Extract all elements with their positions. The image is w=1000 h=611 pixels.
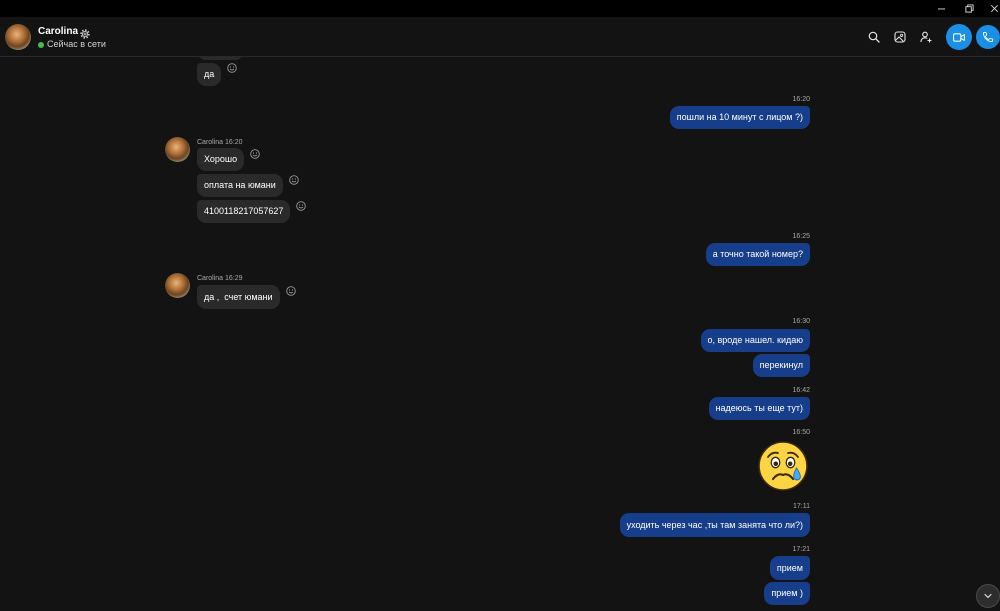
add-person-icon [920, 31, 932, 43]
message-timestamp: 16:42 [792, 387, 810, 394]
incoming-message-row: оплата на юмани [197, 174, 299, 197]
incoming-message-row: да , счет юмани [197, 285, 296, 309]
chevron-down-icon [984, 593, 992, 599]
message-timestamp: 16:25 [792, 233, 810, 240]
incoming-message-row: да [197, 63, 238, 86]
gallery-icon [894, 31, 906, 43]
close-button[interactable] [988, 3, 1000, 14]
sender-avatar[interactable] [165, 273, 190, 298]
message-timestamp: 16:20 [225, 139, 243, 146]
online-status-dot [38, 41, 44, 48]
contact-avatar[interactable] [5, 24, 31, 50]
outgoing-message[interactable]: прием ) [764, 582, 810, 605]
smiley-reaction-icon[interactable] [227, 63, 238, 73]
outgoing-message[interactable]: пошли на 10 минут с лицом ?) [669, 106, 810, 129]
video-camera-icon [953, 32, 965, 42]
restore-icon [964, 4, 974, 13]
phone-icon [983, 32, 993, 42]
message-list: да 16:20 пошли на 10 минут с лицом ?) Ca… [0, 57, 1000, 611]
smiley-reaction-icon[interactable] [285, 286, 296, 296]
message-timestamp: 17:11 [793, 503, 810, 510]
audio-call-button[interactable] [976, 25, 1000, 49]
message-timestamp: 16:30 [792, 318, 810, 325]
scroll-to-bottom-button[interactable] [976, 584, 1000, 608]
outgoing-message[interactable]: надеюсь ты еще тут) [708, 397, 810, 420]
incoming-message-row: 4100118217057627 [197, 200, 307, 223]
incoming-message[interactable]: 4100118217057627 [197, 200, 291, 223]
incoming-message-row: Хорошо [197, 148, 260, 171]
search-icon [868, 31, 880, 43]
status-text: Сейчас в сети [47, 39, 106, 49]
minimize-button[interactable] [935, 3, 947, 14]
sad-face-with-tear-emoji [758, 441, 808, 491]
chat-window: Carolina Сейчас в сети да 16:20 пошли на… [0, 0, 1000, 611]
incoming-message[interactable]: да , счет юмани [197, 285, 280, 309]
incoming-message[interactable]: Хорошо [197, 148, 245, 171]
video-call-button[interactable] [946, 24, 972, 50]
presence-status: Сейчас в сети [38, 39, 106, 50]
incoming-message[interactable]: оплата на юмани [197, 174, 283, 197]
gallery-button[interactable] [894, 31, 906, 43]
smiley-reaction-icon[interactable] [296, 201, 307, 211]
minimize-icon [937, 8, 945, 10]
chat-header: Carolina Сейчас в сети [0, 17, 1000, 57]
sender-name: Carolina [197, 139, 224, 146]
message-timestamp: 16:29 [225, 275, 243, 282]
sender-header: Carolina 16:29 [197, 274, 243, 283]
sender-name: Carolina [197, 275, 224, 282]
close-icon [990, 5, 998, 12]
restore-button[interactable] [963, 3, 975, 14]
sender-avatar[interactable] [165, 137, 190, 162]
search-button[interactable] [868, 31, 880, 43]
window-title-bar [0, 0, 1000, 17]
outgoing-message[interactable]: перекинул [752, 354, 810, 377]
emoji-message[interactable] [757, 440, 809, 492]
contact-name[interactable]: Carolina [38, 25, 78, 38]
incoming-message[interactable]: да [197, 63, 222, 86]
message-timestamp: 16:20 [792, 96, 810, 103]
outgoing-message[interactable]: а точно такой номер? [705, 243, 810, 266]
outgoing-message[interactable]: прием [769, 556, 810, 580]
message-timestamp: 17:21 [792, 546, 810, 553]
smiley-reaction-icon[interactable] [250, 149, 260, 159]
outgoing-message[interactable]: о, вроде нашел. кидаю [700, 329, 810, 352]
smiley-reaction-icon[interactable] [289, 175, 299, 185]
gear-icon[interactable] [80, 26, 90, 39]
add-people-button[interactable] [920, 31, 932, 43]
sender-header: Carolina 16:20 [197, 138, 243, 147]
outgoing-message[interactable]: уходить через час ,ты там занята что ли?… [619, 513, 810, 537]
message-timestamp: 16:50 [792, 429, 810, 436]
incoming-message-partial[interactable] [197, 57, 244, 60]
